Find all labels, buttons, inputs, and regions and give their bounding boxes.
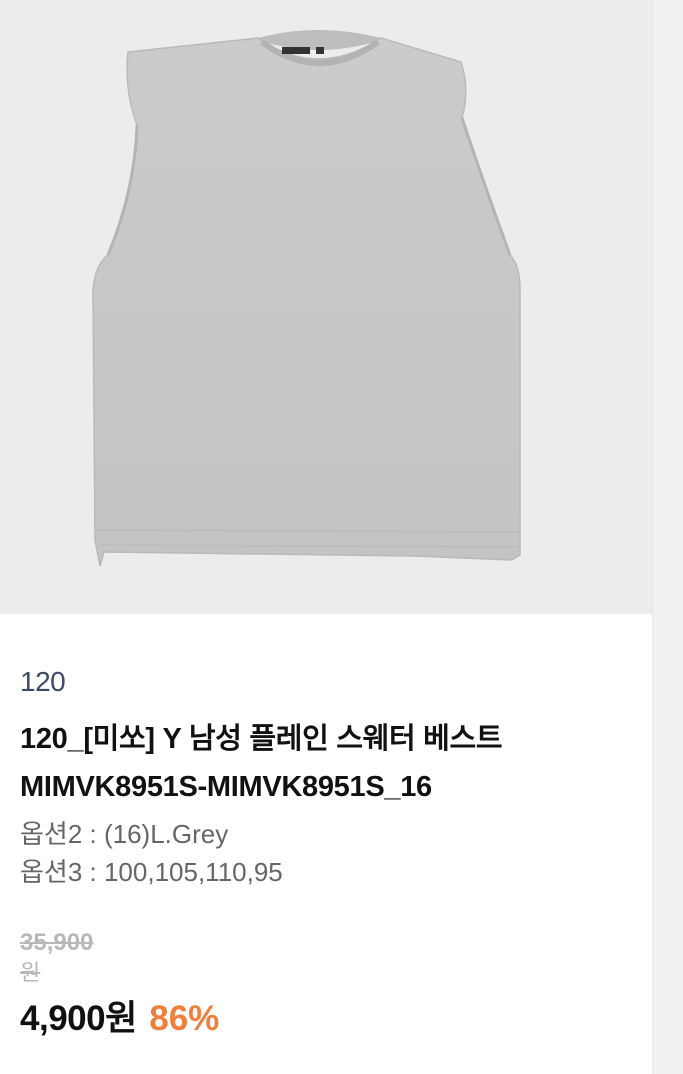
scroll-gutter bbox=[652, 0, 683, 1074]
product-image[interactable] bbox=[0, 0, 652, 614]
product-page: 120 120_[미쏘] Y 남성 플레인 스웨터 베스트 MIMVK8951S… bbox=[0, 0, 683, 1074]
product-card[interactable]: 120 120_[미쏘] Y 남성 플레인 스웨터 베스트 MIMVK8951S… bbox=[0, 0, 652, 1074]
product-title[interactable]: 120_[미쏘] Y 남성 플레인 스웨터 베스트 MIMVK8951S-MIM… bbox=[20, 715, 640, 811]
brand-name[interactable]: 120 bbox=[20, 666, 66, 698]
option-size: 옵션3 : 100,105,110,95 bbox=[20, 857, 283, 887]
original-price: 35,900 원 bbox=[20, 928, 93, 988]
original-price-value: 35,900 bbox=[20, 929, 94, 956]
product-code[interactable]: MIMVK8951S-MIMVK8951S_16 bbox=[20, 763, 640, 811]
sleeveless-sweater-vest-photo bbox=[92, 30, 521, 567]
option-color: 옵션2 : (16)L.Grey bbox=[20, 819, 229, 849]
product-title-line[interactable]: 120_[미쏘] Y 남성 플레인 스웨터 베스트 bbox=[20, 715, 640, 763]
sale-price: 4,900원 bbox=[20, 999, 137, 1038]
discount-rate: 86% bbox=[149, 999, 220, 1038]
price-row: 4,900원 86% bbox=[20, 990, 219, 1041]
original-price-unit: 원 bbox=[20, 960, 41, 985]
